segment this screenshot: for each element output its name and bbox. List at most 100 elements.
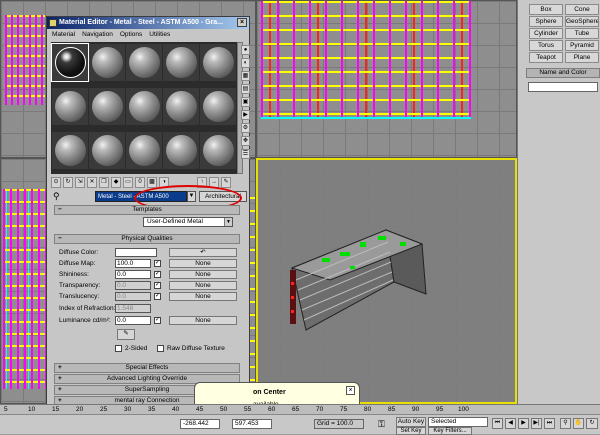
index-of-refraction-spinner[interactable]: 1.548: [115, 304, 151, 313]
two-sided-label: 2-Sided: [125, 345, 148, 352]
reset-map-icon[interactable]: ✕: [87, 177, 97, 188]
template-dropdown[interactable]: User-Defined Metal ▼: [143, 217, 233, 227]
close-icon[interactable]: ×: [237, 18, 247, 27]
zoom-icon[interactable]: ⚲: [560, 418, 571, 429]
pan-icon[interactable]: ✋: [573, 418, 584, 429]
make-unique-icon[interactable]: ◆: [111, 177, 121, 188]
auto-key-button[interactable]: Auto Key: [396, 417, 426, 427]
sample-slot[interactable]: [126, 88, 162, 125]
transparency-checkbox[interactable]: ✓: [154, 282, 161, 289]
make-preview-icon[interactable]: ▶: [241, 110, 250, 120]
two-sided-checkbox[interactable]: [115, 345, 122, 352]
next-frame-icon[interactable]: ▶|: [531, 418, 542, 429]
sample-slot[interactable]: [200, 132, 236, 169]
sample-slot[interactable]: [89, 132, 125, 169]
pick-material-icon[interactable]: ✎: [221, 177, 231, 188]
sample-slot[interactable]: [200, 88, 236, 125]
luminance-from-light-button[interactable]: ✎: [117, 329, 135, 340]
get-material-icon[interactable]: ⊙: [51, 177, 61, 188]
go-to-start-icon[interactable]: ⏮: [492, 418, 503, 429]
put-to-library-icon[interactable]: ▭: [123, 177, 133, 188]
y-coordinate-field[interactable]: 597.453: [232, 419, 272, 429]
sample-type-icon[interactable]: ●: [241, 45, 250, 55]
tube-button[interactable]: Tube: [565, 28, 599, 39]
teapot-button[interactable]: Teapot: [529, 52, 563, 63]
pyramid-button[interactable]: Pyramid: [565, 40, 599, 51]
shininess-map-button[interactable]: None: [169, 270, 237, 279]
viewport-perspective[interactable]: [256, 158, 517, 404]
diffuse-map-checkbox[interactable]: ✓: [154, 260, 161, 267]
material-editor-menu: Material Navigation Options Utilities: [49, 30, 170, 40]
play-icon[interactable]: ▶: [518, 418, 529, 429]
background-icon[interactable]: ▦: [241, 71, 250, 81]
luminance-spinner[interactable]: 0.0: [115, 316, 151, 325]
viewport-top-right[interactable]: [256, 0, 517, 158]
sample-slot[interactable]: [126, 132, 162, 169]
assign-to-selection-icon[interactable]: ⇲: [75, 177, 85, 188]
reset-diffuse-color-button[interactable]: ↶: [169, 248, 237, 257]
timeline-ruler[interactable]: 5 10 15 20 25 30 35 40 45 50 55 60 65 70…: [0, 404, 600, 414]
shininess-checkbox[interactable]: ✓: [154, 271, 161, 278]
sample-slot[interactable]: [200, 44, 236, 81]
menu-options[interactable]: Options: [120, 30, 142, 40]
luminance-checkbox[interactable]: ✓: [154, 317, 161, 324]
cone-button[interactable]: Cone: [565, 4, 599, 15]
select-by-material-icon[interactable]: ✥: [241, 136, 250, 146]
cylinder-button[interactable]: Cylinder: [529, 28, 563, 39]
menu-material[interactable]: Material: [52, 30, 75, 40]
menu-utilities[interactable]: Utilities: [149, 30, 170, 40]
close-icon[interactable]: ×: [346, 386, 355, 395]
luminance-map-button[interactable]: None: [169, 316, 237, 325]
menu-navigation[interactable]: Navigation: [82, 30, 113, 40]
diffuse-color-swatch[interactable]: [115, 248, 157, 257]
copy-material-icon[interactable]: ❐: [99, 177, 109, 188]
sample-slot[interactable]: [126, 44, 162, 81]
sample-uv-tiling-icon[interactable]: ▤: [241, 84, 250, 94]
translucency-spinner[interactable]: 0.0: [115, 292, 151, 301]
sample-side-toolbar: ● ◐ ▦ ▤ ▣ ▶ ⚙ ✥ ☰: [241, 45, 251, 165]
ruler-tick: 75: [340, 406, 348, 413]
transparency-map-button[interactable]: None: [169, 281, 237, 290]
backlight-icon[interactable]: ◐: [241, 58, 250, 68]
box-button[interactable]: Box: [529, 4, 563, 15]
translucency-map-button[interactable]: None: [169, 292, 237, 301]
sample-slot[interactable]: [163, 88, 199, 125]
object-name-field[interactable]: [528, 82, 598, 92]
material-editor-title-bar[interactable]: Material Editor - Metal - Steel - ASTM A…: [47, 17, 249, 29]
diffuse-map-button[interactable]: None: [169, 259, 237, 268]
video-color-check-icon[interactable]: ▣: [241, 97, 250, 107]
material-map-navigator-icon[interactable]: ☰: [241, 149, 250, 159]
sample-slot[interactable]: [89, 88, 125, 125]
torus-button[interactable]: Torus: [529, 40, 563, 51]
sample-slot[interactable]: [51, 43, 89, 82]
orbit-icon[interactable]: ↻: [586, 418, 598, 429]
sample-slot[interactable]: [52, 132, 88, 169]
special-effects-rollout[interactable]: + Special Effects: [54, 363, 240, 373]
show-map-in-viewport-icon[interactable]: ▩: [147, 177, 157, 188]
raw-diffuse-texture-checkbox[interactable]: [157, 345, 164, 352]
sample-slot[interactable]: [163, 132, 199, 169]
shininess-spinner[interactable]: 0.0: [115, 270, 151, 279]
translucency-checkbox[interactable]: ✓: [154, 293, 161, 300]
sphere-button[interactable]: Sphere: [529, 16, 563, 27]
eyedropper-icon[interactable]: ⚲: [53, 191, 60, 202]
physical-qualities-rollout[interactable]: − Physical Qualities: [54, 234, 240, 244]
geosphere-button[interactable]: GeoSphere: [565, 16, 599, 27]
diffuse-map-spinner[interactable]: 100.0: [115, 259, 151, 268]
key-selection-dropdown[interactable]: Selected: [428, 417, 488, 427]
x-coordinate-field[interactable]: -268.442: [180, 419, 220, 429]
material-effects-channel-icon[interactable]: 0: [135, 177, 145, 188]
go-to-end-icon[interactable]: ⏭: [544, 418, 555, 429]
plane-button[interactable]: Plane: [565, 52, 599, 63]
sample-slot[interactable]: [52, 88, 88, 125]
templates-rollout[interactable]: − Templates: [54, 205, 240, 215]
transparency-spinner[interactable]: 0.0: [115, 281, 151, 290]
put-to-scene-icon[interactable]: ↻: [63, 177, 73, 188]
name-and-color-rollout[interactable]: Name and Color: [526, 68, 600, 78]
key-icon[interactable]: ⚿: [378, 419, 385, 430]
sample-slot[interactable]: [163, 44, 199, 81]
options-icon[interactable]: ⚙: [241, 123, 250, 133]
previous-frame-icon[interactable]: ◀: [505, 418, 516, 429]
ruler-tick: 100: [458, 406, 469, 413]
sample-slot[interactable]: [89, 44, 125, 81]
